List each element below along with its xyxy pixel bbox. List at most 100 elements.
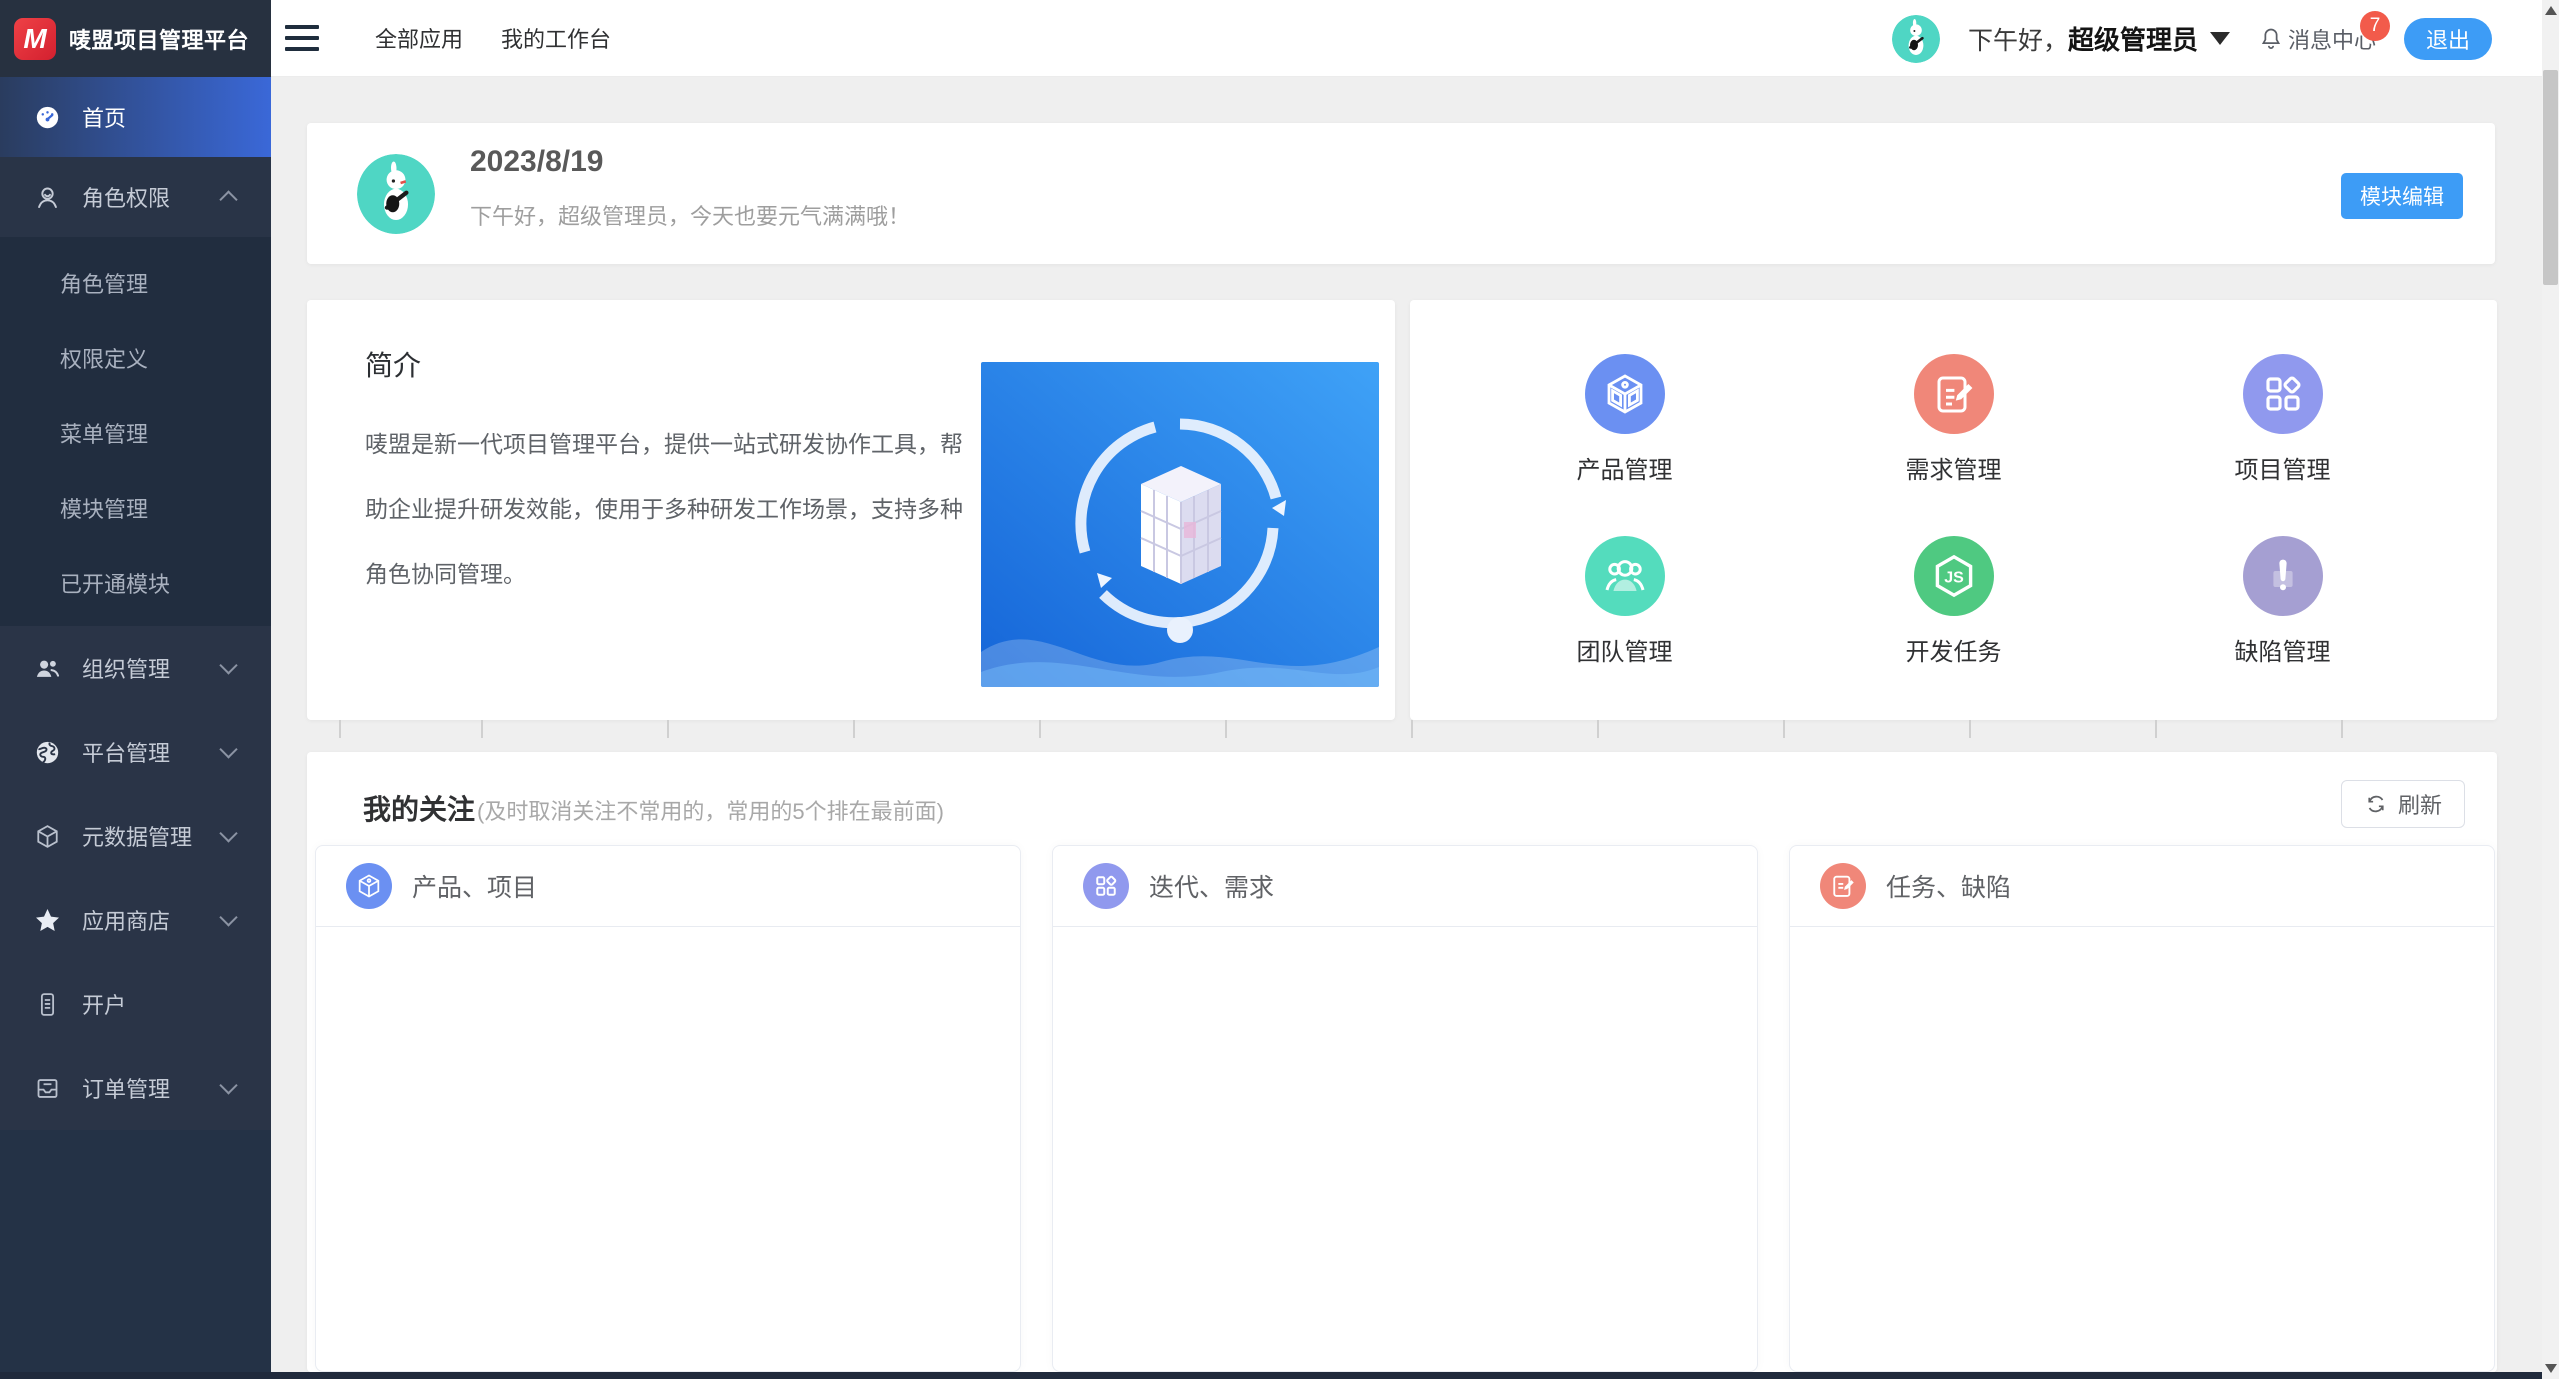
watch-card-header: 迭代、需求 bbox=[1053, 846, 1757, 927]
sidebar-menu-bottom: 组织管理 平台管理 元数据管理 应用商店 bbox=[0, 626, 271, 1130]
apps-card: 产品管理 需求管理 项目管理 bbox=[1410, 300, 2497, 720]
team-people-icon bbox=[1585, 536, 1665, 616]
message-center[interactable]: 消息中心 7 bbox=[2258, 23, 2376, 55]
sidebar-subitem-label: 模块管理 bbox=[60, 492, 148, 524]
sidebar-item-orders[interactable]: 订单管理 bbox=[0, 1046, 271, 1130]
app-label: 项目管理 bbox=[2235, 450, 2331, 485]
app-item-project[interactable]: 项目管理 bbox=[2235, 354, 2331, 485]
sidebar-item-label: 应用商店 bbox=[82, 904, 170, 936]
sidebar-item-label: 元数据管理 bbox=[82, 820, 192, 852]
sidebar-item-label: 订单管理 bbox=[82, 1072, 170, 1104]
app-label: 缺陷管理 bbox=[2235, 632, 2331, 667]
sidebar-item-metadata[interactable]: 元数据管理 bbox=[0, 794, 271, 878]
welcome-avatar bbox=[357, 154, 435, 234]
sidebar-filler bbox=[0, 1130, 271, 1379]
intro-paragraph: 唛盟是新一代项目管理平台，提供一站式研发协作工具，帮助企业提升研发效能，使用于多… bbox=[365, 412, 981, 607]
scrollbar-down-arrow-icon[interactable] bbox=[2545, 1364, 2557, 1373]
brand-title: 唛盟项目管理平台 bbox=[69, 23, 249, 55]
chevron-down-icon bbox=[219, 908, 237, 926]
caret-down-icon bbox=[2210, 32, 2230, 45]
svg-text:JS: JS bbox=[1944, 569, 1964, 586]
refresh-icon bbox=[2364, 792, 2388, 816]
brand[interactable]: M 唛盟项目管理平台 bbox=[0, 0, 271, 77]
unread-badge: 7 bbox=[2360, 11, 2390, 41]
vertical-scrollbar[interactable] bbox=[2542, 0, 2559, 1379]
sidebar-item-label: 组织管理 bbox=[82, 652, 170, 684]
user-avatar[interactable] bbox=[1892, 15, 1940, 63]
sidebar-subitem-permission-definition[interactable]: 权限定义 bbox=[0, 320, 271, 395]
chevron-down-icon bbox=[219, 1076, 237, 1094]
scrollbar-thumb[interactable] bbox=[2543, 70, 2558, 285]
bell-icon bbox=[2258, 26, 2284, 52]
sidebar-subitem-label: 已开通模块 bbox=[60, 567, 170, 599]
logout-button[interactable]: 退出 bbox=[2404, 18, 2492, 60]
globe-icon bbox=[34, 739, 61, 766]
sidebar: M 唛盟项目管理平台 首页 角色权限 角色管理 权限定义 菜单管理 bbox=[0, 0, 271, 1379]
topnav-all-apps[interactable]: 全部应用 bbox=[375, 22, 463, 54]
sidebar-subitem-label: 菜单管理 bbox=[60, 417, 148, 449]
requirement-doc-icon bbox=[1914, 354, 1994, 434]
project-grid-icon bbox=[1083, 863, 1129, 909]
product-cube-icon bbox=[1585, 354, 1665, 434]
star-icon bbox=[34, 907, 61, 934]
app-label: 团队管理 bbox=[1577, 632, 1673, 667]
app-item-requirement[interactable]: 需求管理 bbox=[1906, 354, 2002, 485]
chevron-down-icon bbox=[219, 656, 237, 674]
sidebar-subitem-label: 权限定义 bbox=[60, 342, 148, 374]
welcome-message: 下午好，超级管理员，今天也要元气满满哦！ bbox=[470, 199, 910, 231]
sidebar-subitem-module-management[interactable]: 模块管理 bbox=[0, 470, 271, 545]
app-item-defect[interactable]: 缺陷管理 bbox=[2235, 536, 2331, 667]
topnav-my-workbench[interactable]: 我的工作台 bbox=[501, 22, 611, 54]
scrollbar-up-arrow-icon[interactable] bbox=[2545, 6, 2557, 15]
watch-card-label: 产品、项目 bbox=[412, 868, 537, 904]
app-item-team[interactable]: 团队管理 bbox=[1577, 536, 1673, 667]
sidebar-item-app-store[interactable]: 应用商店 bbox=[0, 878, 271, 962]
sidebar-subitem-role-management[interactable]: 角色管理 bbox=[0, 245, 271, 320]
module-edit-button[interactable]: 模块编辑 bbox=[2341, 173, 2463, 219]
brand-logo-icon: M bbox=[14, 18, 56, 60]
sidebar-item-home[interactable]: 首页 bbox=[0, 77, 271, 157]
sidebar-item-label: 开户 bbox=[82, 988, 126, 1020]
watch-title: 我的关注 bbox=[363, 788, 475, 828]
project-grid-icon bbox=[2243, 354, 2323, 434]
sidebar-subitem-label: 角色管理 bbox=[60, 267, 148, 299]
metadata-cube-icon bbox=[34, 823, 61, 850]
product-cube-icon bbox=[346, 863, 392, 909]
sidebar-item-role-permission[interactable]: 角色权限 bbox=[0, 157, 271, 237]
watch-card-task-defect[interactable]: 任务、缺陷 bbox=[1789, 845, 2495, 1372]
sidebar-subitem-menu-management[interactable]: 菜单管理 bbox=[0, 395, 271, 470]
app-item-devtask[interactable]: JS 开发任务 bbox=[1906, 536, 2002, 667]
chevron-up-icon bbox=[219, 190, 237, 208]
sidebar-item-open-account[interactable]: 开户 bbox=[0, 962, 271, 1046]
watch-card-header: 产品、项目 bbox=[316, 846, 1020, 927]
devtask-hexagon-icon: JS bbox=[1914, 536, 1994, 616]
watch-header: 我的关注 (及时取消关注不常用的，常用的5个排在最前面) bbox=[363, 788, 944, 828]
greeting-prefix: 下午好， bbox=[1968, 21, 2068, 57]
refresh-label: 刷新 bbox=[2398, 788, 2442, 820]
watch-card-header: 任务、缺陷 bbox=[1790, 846, 2494, 927]
refresh-button[interactable]: 刷新 bbox=[2341, 780, 2465, 828]
hamburger-menu-icon[interactable] bbox=[285, 25, 319, 51]
welcome-date: 2023/8/19 bbox=[470, 145, 603, 179]
sidebar-item-organization[interactable]: 组织管理 bbox=[0, 626, 271, 710]
sidebar-subitem-opened-modules[interactable]: 已开通模块 bbox=[0, 545, 271, 620]
app-label: 需求管理 bbox=[1906, 450, 2002, 485]
header-right: 下午好， 超级管理员 消息中心 7 退出 bbox=[1892, 0, 2492, 77]
intro-title: 简介 bbox=[365, 344, 421, 384]
apps-grid: 产品管理 需求管理 项目管理 bbox=[1410, 300, 2497, 720]
bottom-edge-strip bbox=[0, 1372, 2559, 1379]
watch-cards: 产品、项目 迭代、需求 bbox=[315, 845, 2495, 1372]
app-item-product[interactable]: 产品管理 bbox=[1577, 354, 1673, 485]
dashboard-icon bbox=[34, 104, 61, 131]
app-root: M 唛盟项目管理平台 首页 角色权限 角色管理 权限定义 菜单管理 bbox=[0, 0, 2559, 1379]
user-greeting[interactable]: 下午好， 超级管理员 bbox=[1968, 20, 2230, 57]
watch-card-iteration-requirement[interactable]: 迭代、需求 bbox=[1052, 845, 1758, 1372]
chevron-down-icon bbox=[219, 824, 237, 842]
order-box-icon bbox=[34, 1075, 61, 1102]
watch-card-product-project[interactable]: 产品、项目 bbox=[315, 845, 1021, 1372]
sidebar-item-platform[interactable]: 平台管理 bbox=[0, 710, 271, 794]
watch-card-label: 任务、缺陷 bbox=[1886, 868, 2011, 904]
top-header: 全部应用 我的工作台 下午好， 超级管理员 消息中心 7 退出 bbox=[271, 0, 2542, 77]
sidebar-item-label: 首页 bbox=[82, 101, 126, 133]
sidebar-submenu-role: 角色管理 权限定义 菜单管理 模块管理 已开通模块 bbox=[0, 237, 271, 626]
